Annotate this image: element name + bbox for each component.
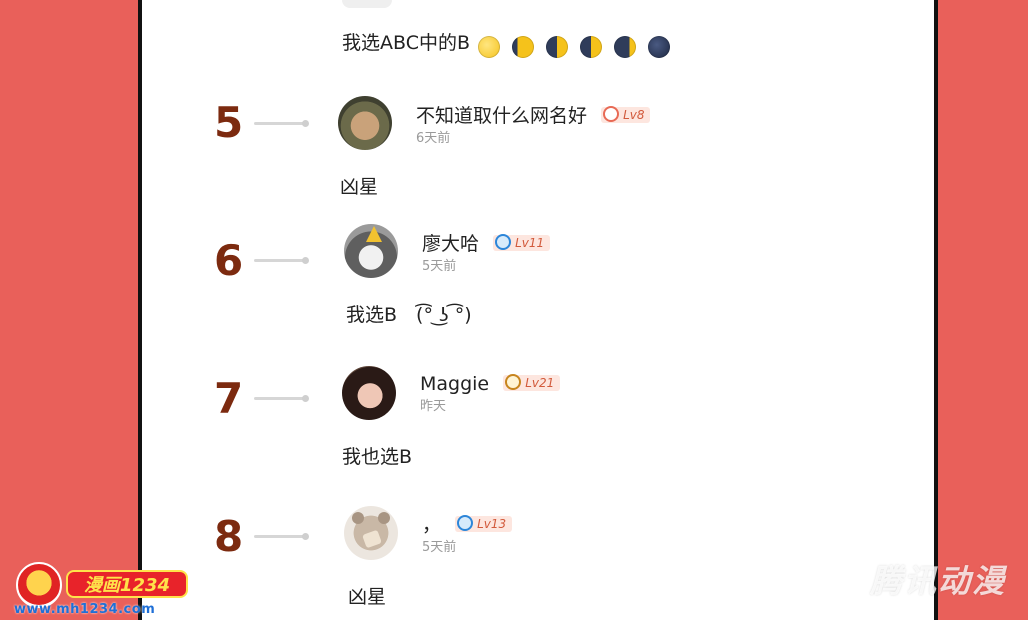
site-logo: 漫画1234 www.mh1234.com [14,560,196,620]
username-text: 不知道取什么网名好 [416,105,588,127]
comment-text: 凶星 [340,176,379,198]
comment-panel: 我选ABC中的B 5 不知道取什么网名好 Lv8 6天前 凶星 6 廖大哈 Lv… [138,0,938,620]
avatar-partial [342,0,392,8]
timestamp: 5天前 [422,540,457,555]
level-face-icon [505,374,522,390]
avatar[interactable] [344,224,398,278]
rank-number: 5 [214,98,244,147]
level-globe-icon [495,234,512,250]
username-text: ， [422,514,442,536]
connector-line [254,395,309,402]
username-text: 廖大哈 [422,233,480,255]
level-text: Lv8 [623,108,645,122]
comment-body: 我选ABC中的B [342,32,470,54]
level-globe-icon [457,515,474,531]
username-text: Maggie [420,373,490,395]
avatar[interactable] [338,96,392,150]
level-badge: Lv13 [455,515,513,532]
comment-text: 我选B (͡° ͜ʖ ͡°) [346,304,472,326]
new-moon-icon [648,35,671,58]
rank-number: 6 [214,236,244,285]
bear-ear-icon [352,512,364,524]
logo-text: 漫画1234 [66,570,188,598]
level-text: Lv13 [477,517,507,531]
level-badge: Lv11 [493,234,551,251]
full-moon-icon [478,35,501,58]
timestamp: 5天前 [422,259,457,274]
logo-url: www.mh1234.com [14,602,156,617]
rank-number: 7 [214,374,244,423]
avatar[interactable] [342,366,396,420]
last-quarter-moon-icon [546,35,569,58]
username[interactable]: ， Lv13 [422,510,513,537]
waning-gibbous-moon-icon [512,35,535,58]
watermark: 腾讯动漫 [869,562,1006,600]
comment-text: 我也选B [342,446,413,468]
avatar[interactable] [344,506,398,560]
party-hat-icon [366,226,382,242]
timestamp: 昨天 [420,399,447,414]
rank-number: 8 [214,512,244,561]
level-badge: Lv21 [503,374,561,391]
connector-line [254,120,309,127]
level-face-icon [603,106,620,122]
comment-text: 凶星 [348,586,387,608]
level-badge: Lv8 [601,106,651,123]
first-quarter-moon-icon [580,35,603,58]
waning-crescent-moon-icon [614,35,637,58]
bear-ear-icon [378,512,390,524]
username[interactable]: 廖大哈 Lv11 [422,229,551,256]
comment-text: 我选ABC中的B [342,28,676,58]
username[interactable]: Maggie Lv21 [420,373,561,395]
timestamp: 6天前 [416,131,451,146]
username[interactable]: 不知道取什么网名好 Lv8 [416,101,651,128]
connector-line [254,257,309,264]
level-text: Lv21 [525,376,555,390]
moon-emoji-row [478,35,676,58]
connector-line [254,533,309,540]
bandage-icon [362,529,382,549]
level-text: Lv11 [515,236,545,250]
